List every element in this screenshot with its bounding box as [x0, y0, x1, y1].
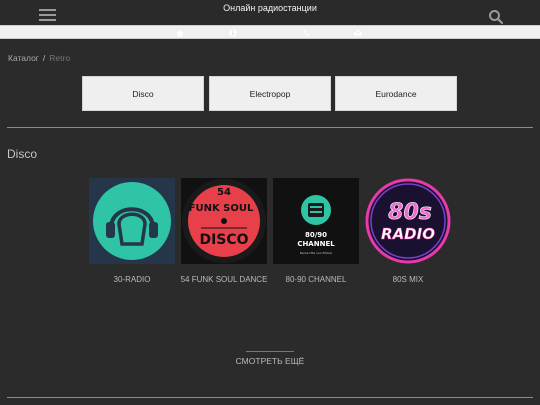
cover-channel: CHANNEL [297, 240, 335, 248]
cover-funk-soul: FUNK SOUL [189, 203, 254, 214]
top-bar: Онлайн радиостанции [0, 0, 540, 25]
phone-icon[interactable] [302, 29, 310, 37]
genre-button-electropop[interactable]: Electropop [209, 76, 331, 111]
station-name: 80S MIX [392, 275, 424, 284]
cover-number: 54 [217, 187, 231, 198]
contact-icon-bar [0, 25, 540, 39]
station-name: 30-RADIO [113, 275, 151, 284]
station-name: 80-90 CHANNEL [285, 275, 347, 284]
breadcrumb-separator: / [42, 53, 46, 63]
cover-radio: RADIO [381, 225, 435, 243]
show-more-button[interactable]: СМОТРЕТЬ ЕЩЁ [0, 356, 540, 366]
station-card-80-90-channel[interactable]: 80/90 CHANNEL Deine Hits von Früher 80-9… [273, 178, 359, 285]
breadcrumb: Каталог / Retro [8, 53, 70, 63]
section-title: Disco [7, 147, 38, 161]
more-line [246, 351, 294, 352]
mail-icon[interactable] [354, 29, 362, 37]
cover-tagline: Deine Hits von Früher [300, 251, 333, 255]
info-icon[interactable] [229, 29, 237, 37]
80s-radio-logo: 80s RADIO [365, 178, 451, 264]
station-card-30-radio[interactable]: 30-RADIO [89, 178, 175, 285]
search-icon[interactable] [488, 9, 504, 25]
genre-button-disco[interactable]: Disco [82, 76, 204, 111]
page-title: Онлайн радиостанции [223, 3, 317, 13]
radio-channel-logo: 80/90 CHANNEL Deine Hits von Früher [273, 178, 359, 264]
home-icon[interactable] [176, 29, 184, 37]
station-name: 54 FUNK SOUL DANCE [180, 275, 268, 284]
headphones-logo [89, 178, 175, 264]
station-card-80s-mix[interactable]: 80s RADIO 80S MIX [365, 178, 451, 285]
station-card-54-funk-soul-dance[interactable]: 54 FUNK SOUL DISCO 54 FUNK SOUL DANCE [181, 178, 267, 285]
cover-80s: 80s [388, 200, 432, 225]
cover-8090: 80/90 [305, 231, 327, 239]
cover-disco: DISCO [199, 232, 248, 248]
vinyl-record-logo: 54 FUNK SOUL DISCO [181, 178, 267, 264]
divider-bottom [7, 397, 533, 398]
breadcrumb-catalog-link[interactable]: Каталог [8, 53, 39, 63]
genre-button-eurodance[interactable]: Eurodance [335, 76, 457, 111]
breadcrumb-current: Retro [49, 53, 71, 63]
divider [7, 127, 533, 128]
